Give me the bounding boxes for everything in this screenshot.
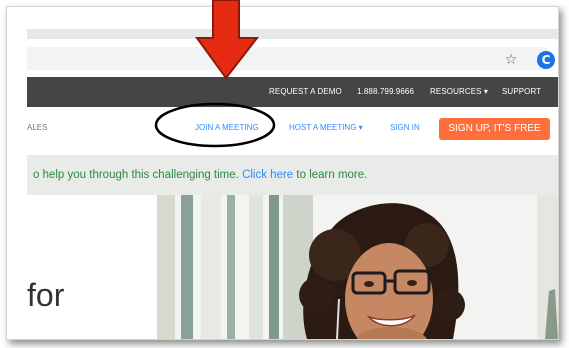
banner-message: o help you through this challenging time… (33, 155, 367, 195)
announcement-banner: o help you through this challenging time… (27, 155, 558, 195)
hero-section: for (27, 195, 558, 339)
tab-strip-bar (27, 29, 558, 39)
chrome-extension-icon[interactable]: C (537, 51, 555, 69)
screenshot-frame: ☆ C REQUEST A DEMO 1.888.799.9666 RESOUR… (6, 6, 559, 340)
hero-headline: for (27, 277, 65, 313)
banner-click-here-link[interactable]: Click here (242, 169, 293, 181)
browser-tab-strip (7, 7, 558, 43)
resources-menu[interactable]: RESOURCES ▾ (430, 77, 488, 107)
red-arrow-annotation (195, 0, 259, 80)
main-nav-bar: ALES JOIN A MEETING HOST A MEETING ▾ SIG… (27, 107, 558, 149)
address-bar[interactable] (27, 47, 547, 70)
phone-number-link[interactable]: 1.888.799.9666 (357, 77, 414, 107)
sign-in-link[interactable]: SIGN IN (390, 107, 420, 149)
circle-annotation (154, 102, 276, 148)
sign-up-button[interactable]: SIGN UP, IT'S FREE (439, 118, 550, 140)
star-icon[interactable]: ☆ (502, 51, 520, 69)
solutions-menu[interactable]: ALES (27, 107, 47, 149)
host-meeting-menu[interactable]: HOST A MEETING ▾ (289, 107, 363, 149)
hero-photo (157, 195, 558, 339)
top-nav-bar: REQUEST A DEMO 1.888.799.9666 RESOURCES … (27, 77, 558, 107)
support-link[interactable]: SUPPORT (502, 77, 541, 107)
banner-text-before: o help you through this challenging time… (33, 169, 239, 181)
banner-text-after: to learn more. (296, 169, 368, 181)
